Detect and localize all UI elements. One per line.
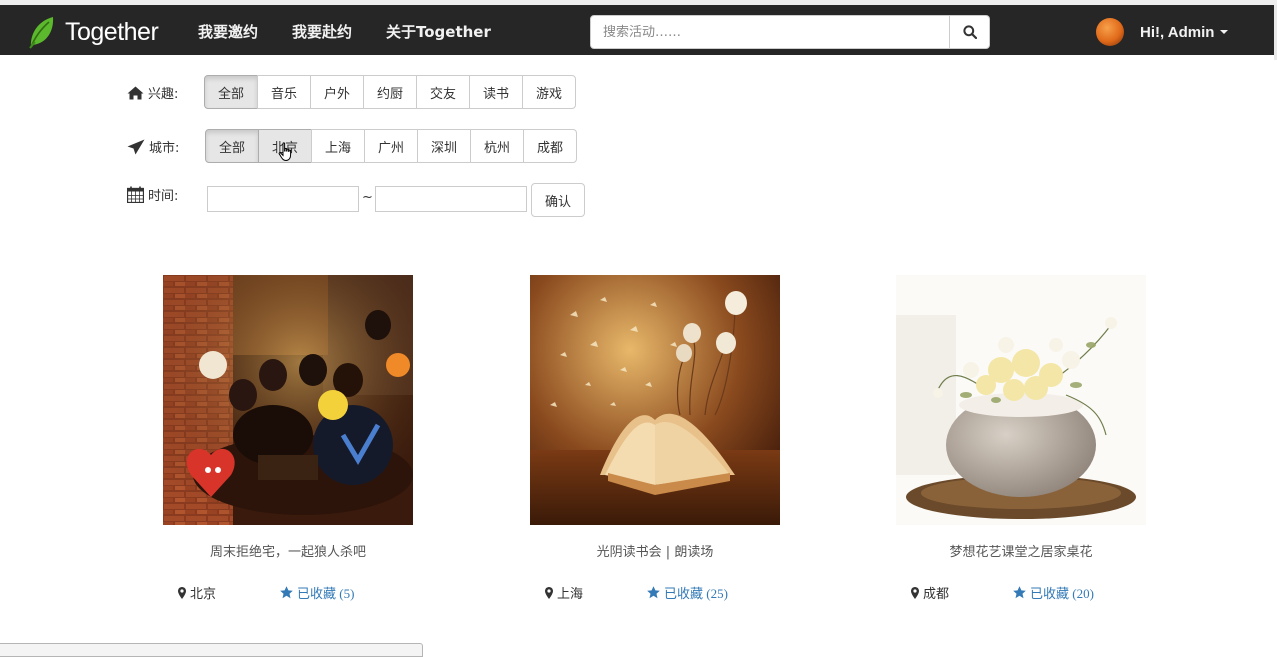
activity-title[interactable]: 周末拒绝宅，一起狼人杀吧 [123,541,453,560]
interest-option-cooking[interactable]: 约厨 [363,75,417,109]
user-menu[interactable]: Hi!, Admin [1096,16,1229,48]
start-date-input[interactable] [207,186,359,212]
city-option-chengdu[interactable]: 成都 [523,129,577,163]
interest-option-music[interactable]: 音乐 [257,75,311,109]
nav-link-about[interactable]: 关于Together [386,21,491,42]
leaf-icon [29,17,54,49]
date-separator: ~ [362,190,373,205]
interest-option-outdoor[interactable]: 户外 [310,75,364,109]
search-button[interactable] [950,15,990,49]
map-marker-icon [911,586,919,599]
hand-cursor-icon [278,142,292,162]
activity-image-party[interactable] [163,275,413,525]
activity-location: 上海 [545,583,583,602]
city-filter: 全部 北京 上海 广州 深圳 杭州 成都 [205,129,577,163]
city-option-guangzhou[interactable]: 广州 [364,129,418,163]
navbar: Together 我要邀约 我要赴约 关于Together Hi!, Admin [0,0,1277,60]
calendar-icon [127,186,144,203]
activity-image-flowers[interactable] [896,275,1146,525]
activity-title[interactable]: 梦想花艺课堂之居家桌花 [856,541,1186,560]
interest-label-text: 兴趣: [148,87,179,102]
activity-location: 北京 [178,583,216,602]
activity-title[interactable]: 光阴读书会 | 朗读场 [490,541,820,560]
star-icon [647,586,660,599]
activity-favorite[interactable]: 已收藏 (20) [1013,583,1094,602]
star-icon [280,586,293,599]
search-input[interactable] [590,15,951,49]
favorite-count: 已收藏 (20) [1030,586,1094,601]
search-bar [590,15,990,49]
city-option-shanghai[interactable]: 上海 [311,129,365,163]
favorite-count: 已收藏 (25) [664,586,728,601]
interest-option-reading[interactable]: 读书 [469,75,523,109]
interest-option-social[interactable]: 交友 [416,75,470,109]
interest-filter: 全部 音乐 户外 约厨 交友 读书 游戏 [204,75,576,109]
nav-link-attend[interactable]: 我要赴约 [292,21,352,42]
favorite-count: 已收藏 (5) [297,586,355,601]
search-icon [962,25,977,39]
browser-status-bar [0,643,423,657]
activity-card: 周末拒绝宅，一起狼人杀吧 北京 已收藏 (5) [163,275,413,602]
map-marker-icon [178,586,186,599]
time-filter-label: 时间: [127,185,178,204]
star-icon [1013,586,1026,599]
activity-card: 光阴读书会 | 朗读场 上海 已收藏 (25) [530,275,780,602]
activity-favorite[interactable]: 已收藏 (5) [280,583,354,602]
confirm-button[interactable]: 确认 [531,183,585,217]
activity-city: 北京 [190,587,217,602]
activity-city: 成都 [923,587,950,602]
avatar [1096,18,1124,46]
user-greeting: Hi!, Admin [1140,23,1215,41]
interest-filter-label: 兴趣: [127,83,178,102]
city-filter-label: 城市: [127,137,179,156]
activity-location: 成都 [911,583,949,602]
activity-image-book[interactable] [530,275,780,525]
city-option-all[interactable]: 全部 [205,129,259,163]
brand[interactable]: Together [27,14,159,50]
brand-name: Together [65,17,159,46]
home-icon [127,86,144,99]
city-option-hangzhou[interactable]: 杭州 [470,129,524,163]
time-label-text: 时间: [148,189,179,204]
nav-link-invite[interactable]: 我要邀约 [198,21,258,42]
map-marker-icon [545,586,553,599]
chevron-down-icon [1220,30,1229,34]
city-label-text: 城市: [149,141,180,156]
interest-option-all[interactable]: 全部 [204,75,258,109]
city-option-shenzhen[interactable]: 深圳 [417,129,471,163]
end-date-input[interactable] [375,186,527,212]
interest-option-games[interactable]: 游戏 [522,75,576,109]
activity-card: 梦想花艺课堂之居家桌花 成都 已收藏 (20) [896,275,1146,602]
activity-city: 上海 [557,587,584,602]
activity-favorite[interactable]: 已收藏 (25) [647,583,728,602]
send-icon [127,139,145,154]
